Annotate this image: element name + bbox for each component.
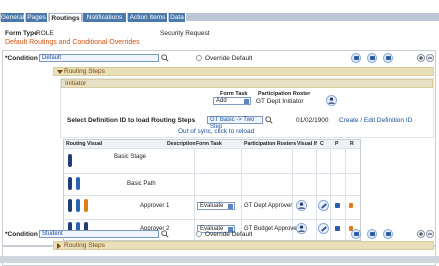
select-definition-label: Select Definition ID to load Routing Ste…: [67, 117, 196, 124]
add-row-icon[interactable]: [417, 54, 425, 62]
col-visual-if: Visual If: [297, 141, 317, 147]
visual-if-icon[interactable]: [318, 223, 329, 234]
row-description: Basic Path: [127, 181, 156, 187]
form-type-value: ROLE: [36, 30, 54, 37]
condition-input[interactable]: Default: [39, 54, 159, 62]
condition-input[interactable]: Student: [39, 230, 159, 238]
delete-row-icon[interactable]: [426, 230, 434, 238]
c-icon[interactable]: [335, 226, 340, 231]
col-divider: [345, 148, 346, 240]
col-participation-rosters: Participation Rosters: [244, 141, 297, 147]
override-default-checkbox[interactable]: [196, 55, 202, 61]
search-icon[interactable]: [265, 116, 273, 124]
initiator-band: Initiator: [61, 79, 433, 88]
roster-people-icon[interactable]: [296, 200, 307, 211]
routing-steps-label: Routing Steps: [64, 68, 105, 75]
roster-people-icon[interactable]: [296, 223, 307, 234]
routing-grid: Routing Visual Description Form Task Par…: [63, 139, 361, 241]
roster-people-icon[interactable]: [326, 95, 337, 106]
col-description: Description: [167, 141, 196, 147]
condition-label: *Condition: [5, 231, 38, 238]
form-task-value: Evaluate: [200, 203, 224, 209]
tab-general[interactable]: General: [1, 13, 25, 22]
definition-id-input[interactable]: GT Basic -> Two Step: [207, 116, 263, 130]
copy-row-icon[interactable]: [367, 229, 377, 239]
col-r: R: [350, 141, 354, 147]
reload-icon[interactable]: [383, 53, 393, 63]
initiator-roster-value: GT Dept Initiator: [256, 98, 304, 105]
participation-roster-header: Participation Roster: [258, 91, 311, 97]
routing-steps-label: Routing Steps: [64, 242, 105, 249]
chevron-down-icon: [228, 204, 233, 209]
tab-action-items[interactable]: Action Items: [128, 13, 168, 22]
routing-steps-toggle[interactable]: Routing Steps: [53, 241, 434, 250]
row-roster: GT Dept Approver: [244, 203, 293, 209]
row-description: Approver 1: [140, 203, 170, 209]
initiator-form-task-select[interactable]: Add: [213, 97, 251, 105]
form-type-label: Form Type: [5, 30, 38, 37]
initiator-form-task-value: Add: [216, 98, 227, 104]
col-form-task: Form Task: [196, 141, 222, 147]
bottom-toolbar: [0, 256, 439, 263]
delete-row-icon[interactable]: [426, 54, 434, 62]
visual-if-icon[interactable]: [318, 200, 329, 211]
col-c: C: [320, 141, 324, 147]
tab-pages[interactable]: Pages: [26, 13, 48, 22]
condition-label: *Condition: [5, 55, 38, 62]
form-task-select[interactable]: Evaluate: [197, 202, 235, 210]
stage-visual-icon: [68, 199, 72, 212]
col-divider: [194, 148, 195, 240]
row-description: Basic Stage: [114, 154, 147, 160]
initiator-label: Initiator: [65, 80, 87, 87]
reload-icon[interactable]: [383, 229, 393, 239]
path-visual-icon: [76, 199, 80, 212]
insert-row-icon[interactable]: [351, 229, 361, 239]
stage-visual-icon: [68, 177, 72, 190]
search-icon[interactable]: [161, 230, 169, 238]
col-routing-visual: Routing Visual: [66, 141, 103, 147]
tab-routings[interactable]: Routings: [49, 13, 82, 22]
override-default-label: Override Default: [205, 231, 253, 238]
tab-data[interactable]: Data: [169, 13, 186, 22]
col-divider: [316, 148, 317, 240]
c-icon[interactable]: [335, 203, 340, 208]
col-p: P: [335, 141, 339, 147]
create-edit-definition-link[interactable]: Create / Edit Definition ID: [339, 117, 412, 124]
form-name-value: Security Request: [160, 30, 210, 37]
sync-message[interactable]: Out of sync, click to reload: [178, 128, 254, 135]
chevron-right-icon: [57, 243, 61, 249]
path-visual-icon: [76, 177, 80, 190]
chevron-down-icon: [244, 99, 249, 104]
tab-bar: General Pages Routings Notifications Act…: [0, 0, 439, 22]
definition-date: 01/02/1900: [296, 117, 329, 124]
step-visual-icon: [84, 199, 88, 212]
override-default-checkbox[interactable]: [196, 231, 202, 237]
override-default-label: Override Default: [205, 55, 253, 62]
section-title: Default Routings and Conditional Overrid…: [5, 39, 140, 46]
col-divider: [241, 148, 242, 240]
routing-steps-toggle[interactable]: Routing Steps: [53, 67, 434, 76]
chevron-down-icon: [57, 70, 63, 74]
insert-row-icon[interactable]: [351, 53, 361, 63]
copy-row-icon[interactable]: [367, 53, 377, 63]
add-row-icon[interactable]: [417, 230, 425, 238]
col-divider: [330, 148, 331, 240]
p-icon[interactable]: [349, 203, 353, 208]
stage-visual-icon: [68, 154, 72, 167]
tab-notifications[interactable]: Notifications: [83, 13, 127, 22]
search-icon[interactable]: [161, 54, 169, 62]
